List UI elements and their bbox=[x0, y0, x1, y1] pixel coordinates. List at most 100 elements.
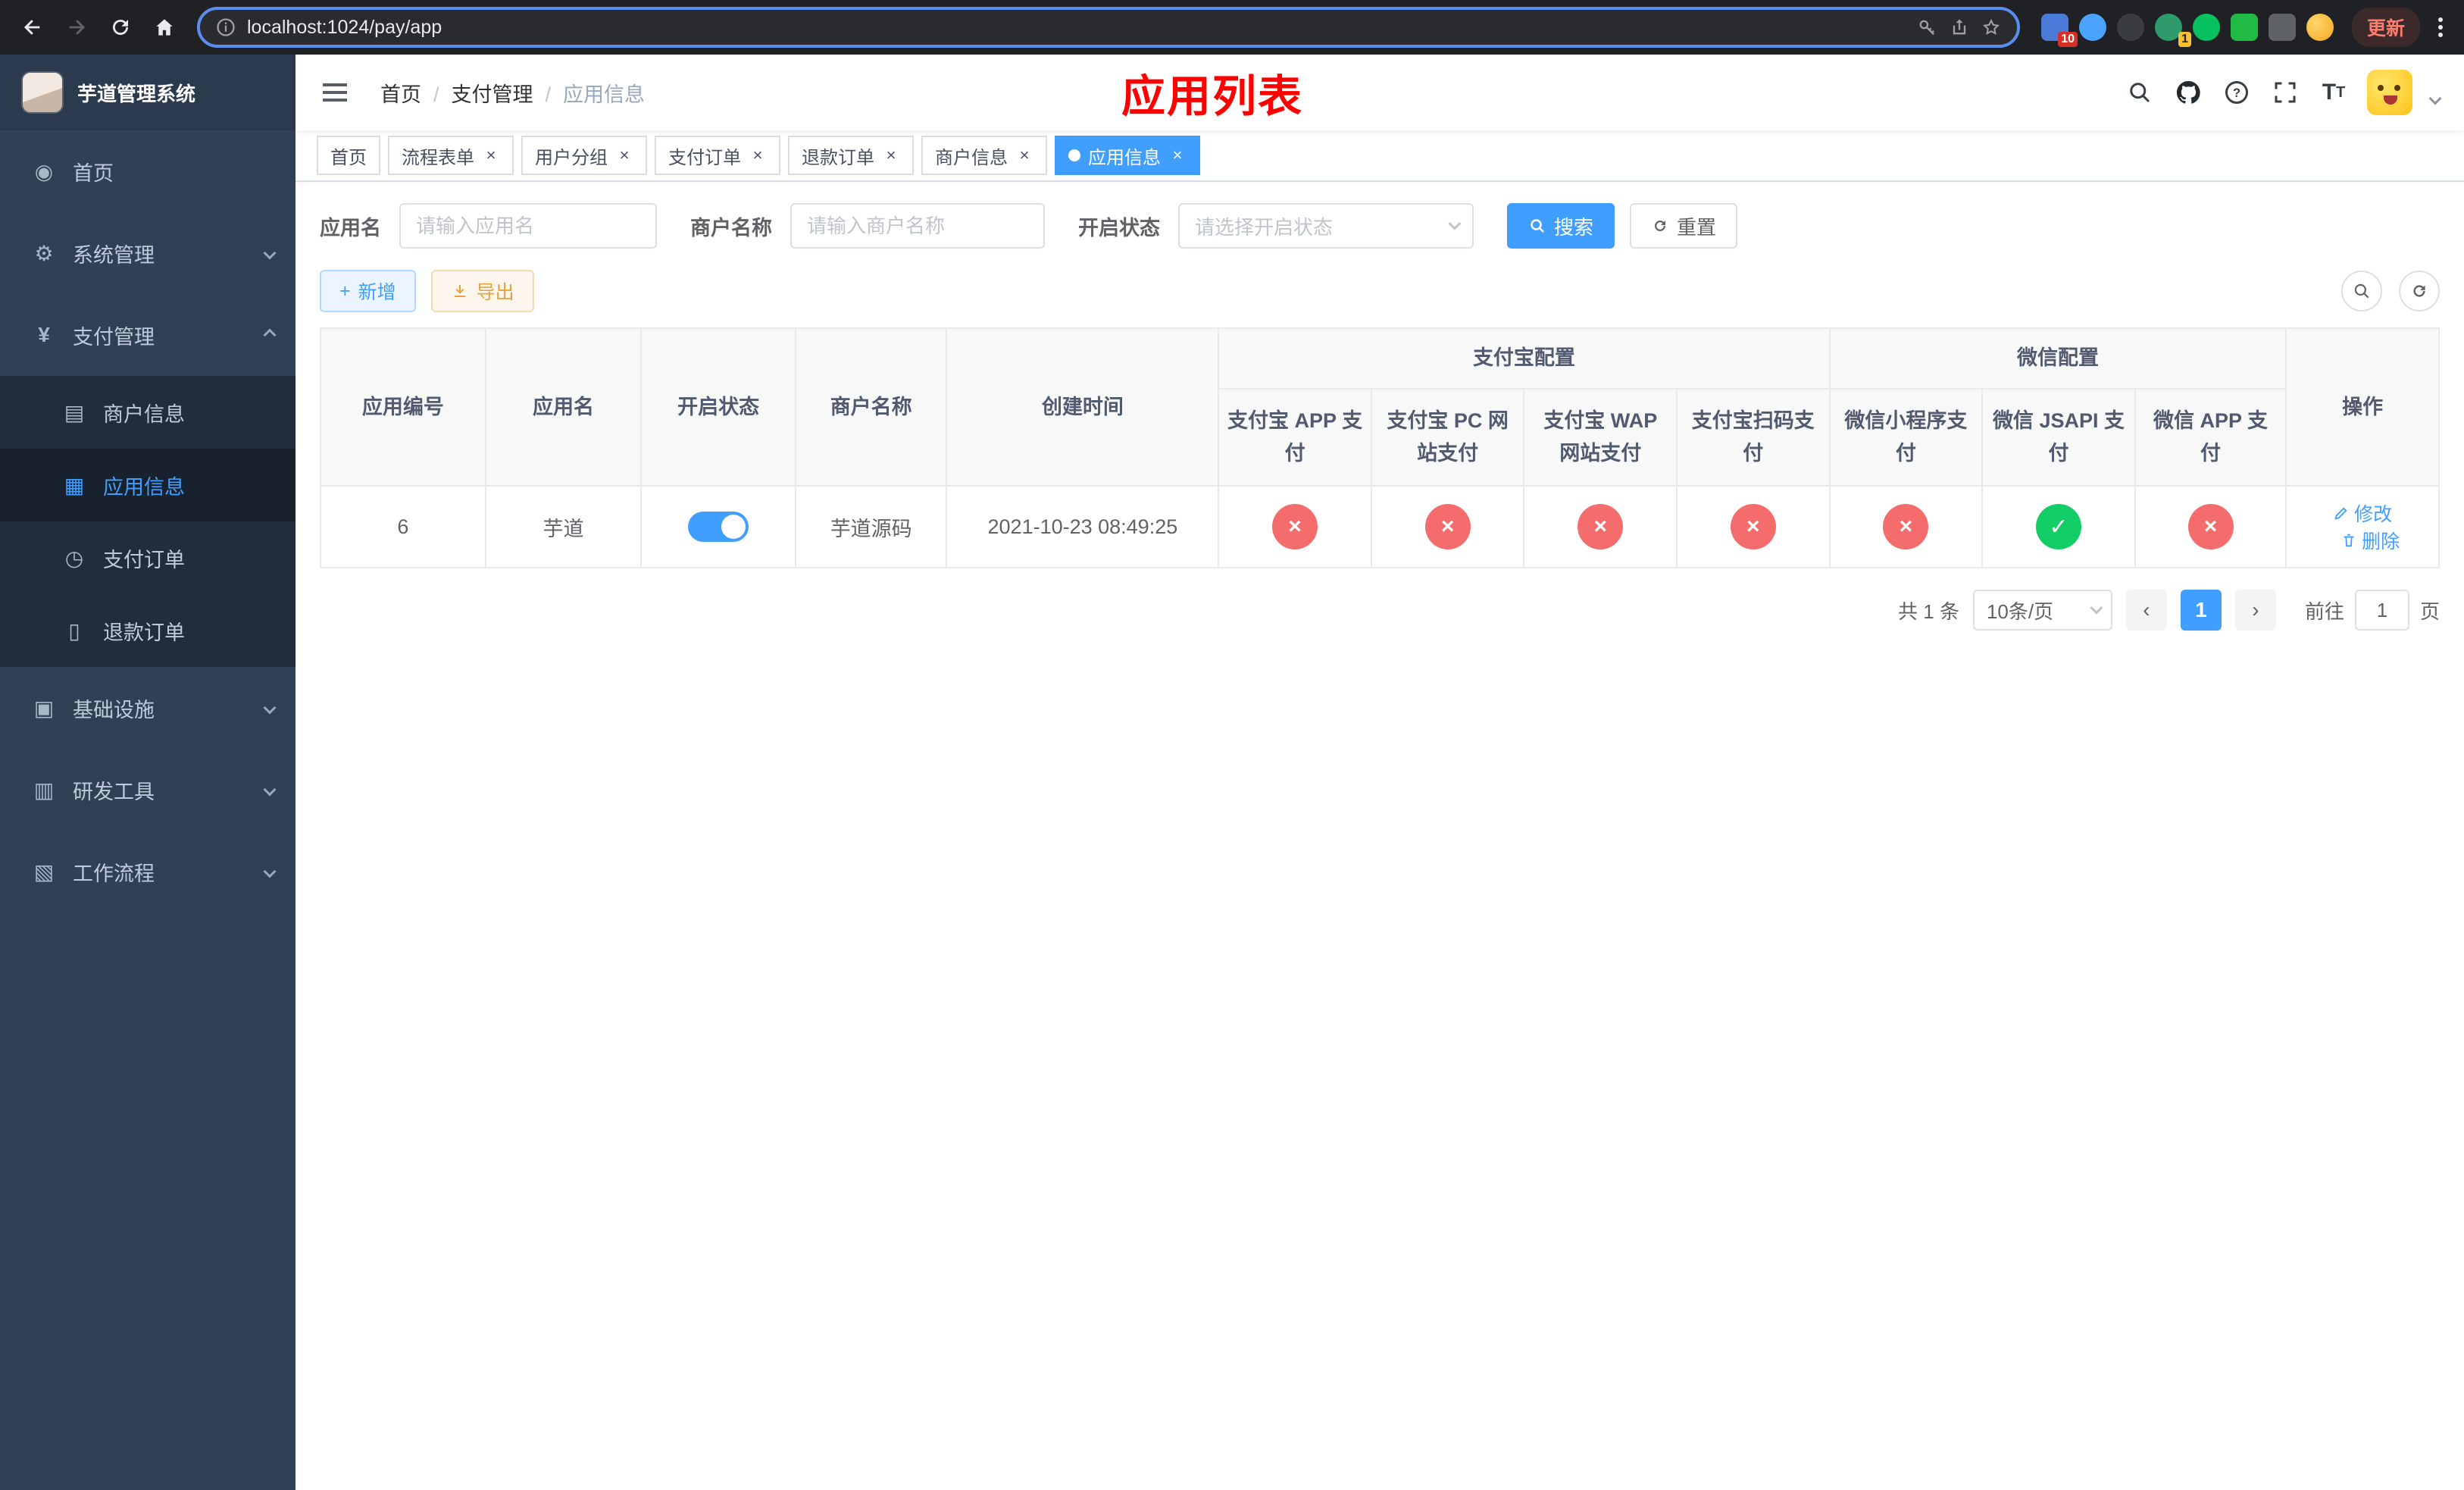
home-icon[interactable] bbox=[144, 7, 185, 48]
status-select[interactable]: 请选择开启状态 bbox=[1178, 203, 1474, 249]
tab-pay-orders[interactable]: 支付订单 bbox=[655, 136, 780, 175]
help-icon[interactable]: ? bbox=[2222, 77, 2252, 108]
cell-app-name: 芋道 bbox=[484, 485, 643, 569]
back-icon[interactable] bbox=[12, 7, 53, 48]
tab-refund-orders[interactable]: 退款订单 bbox=[788, 136, 914, 175]
extension-icon[interactable] bbox=[2192, 14, 2220, 41]
close-icon[interactable] bbox=[1015, 146, 1033, 164]
gear-icon: ⚙ bbox=[34, 241, 54, 265]
goto-page-input[interactable] bbox=[2354, 590, 2409, 631]
table-row: 6 芋道 芋道源码 2021-10-23 08:49:25 × × × × × … bbox=[320, 485, 2440, 569]
profile-avatar-icon[interactable] bbox=[2306, 14, 2334, 41]
extension-icon[interactable] bbox=[2078, 14, 2106, 41]
cell-app-id: 6 bbox=[320, 485, 486, 569]
browser-menu-icon[interactable] bbox=[2429, 11, 2452, 43]
page-size-select[interactable]: 10条/页 bbox=[1972, 590, 2112, 631]
breadcrumb-home[interactable]: 首页 bbox=[374, 78, 427, 108]
share-icon[interactable] bbox=[1949, 17, 1970, 38]
extension-icon[interactable]: 1 bbox=[2154, 14, 2191, 47]
sidebar-item-system[interactable]: ⚙ 系统管理 bbox=[0, 212, 295, 294]
reset-button[interactable]: 重置 bbox=[1630, 203, 1738, 249]
sidebar-item-refund-orders[interactable]: ▯ 退款订单 bbox=[0, 594, 295, 667]
sidebar-item-pay-orders[interactable]: ◷ 支付订单 bbox=[0, 521, 295, 594]
toolbar-right bbox=[2341, 271, 2440, 311]
page-button-1[interactable]: 1 bbox=[2180, 590, 2222, 631]
sidebar-item-home[interactable]: ◉ 首页 bbox=[0, 130, 295, 212]
reload-icon[interactable] bbox=[100, 7, 141, 48]
status-toggle[interactable] bbox=[688, 512, 749, 543]
page-content: 应用名 商户名称 开启状态 请选择开启状态 搜索 重置 bbox=[295, 182, 2464, 652]
font-size-icon[interactable]: TT bbox=[2319, 77, 2349, 108]
cell-created: 2021-10-23 08:49:25 bbox=[946, 485, 1220, 569]
add-button[interactable]: + 新增 bbox=[320, 270, 416, 312]
monitor-icon: ▣ bbox=[33, 696, 55, 720]
user-avatar[interactable] bbox=[2367, 70, 2412, 115]
search-button[interactable]: 搜索 bbox=[1507, 203, 1615, 249]
prev-page-button[interactable]: ‹ bbox=[2125, 590, 2167, 631]
browser-toolbar: localhost:1024/pay/app 10 1 更新 bbox=[0, 0, 2464, 55]
tab-user-group[interactable]: 用户分组 bbox=[521, 136, 647, 175]
payment-submenu: ▤ 商户信息 ▦ 应用信息 ◷ 支付订单 ▯ 退款订单 bbox=[0, 376, 295, 667]
app-name-input[interactable] bbox=[399, 203, 657, 249]
collapse-sidebar-icon[interactable] bbox=[320, 74, 350, 111]
download-icon bbox=[454, 285, 465, 297]
tab-process-form[interactable]: 流程表单 bbox=[388, 136, 514, 175]
merchant-name-input[interactable] bbox=[790, 203, 1045, 249]
delete-link[interactable]: 删除 bbox=[2340, 527, 2400, 554]
tab-app-info[interactable]: 应用信息 bbox=[1055, 136, 1200, 175]
cell-merchant: 芋道源码 bbox=[794, 485, 948, 569]
close-icon[interactable] bbox=[1168, 146, 1187, 164]
group-wechat-config: 微信配置 bbox=[1828, 327, 2287, 390]
fullscreen-icon[interactable] bbox=[2270, 77, 2300, 108]
tabs-bar: 首页 流程表单 用户分组 支付订单 退款订单 商户信息 应用信息 bbox=[295, 130, 2464, 182]
extension-icon[interactable] bbox=[2116, 14, 2144, 41]
toggle-search-button[interactable] bbox=[2341, 271, 2382, 311]
extension-icon[interactable]: 10 bbox=[2040, 14, 2078, 47]
refresh-table-button[interactable] bbox=[2399, 271, 2440, 311]
col-wechat-jsapi: 微信 JSAPI 支付 bbox=[1981, 387, 2136, 487]
forward-icon[interactable] bbox=[56, 7, 97, 48]
sidebar-item-workflow[interactable]: ▧ 工作流程 bbox=[0, 831, 295, 912]
chevron-down-icon bbox=[263, 783, 277, 797]
extension-icon[interactable] bbox=[2268, 14, 2296, 41]
chevron-down-icon bbox=[263, 701, 277, 715]
close-icon[interactable] bbox=[882, 146, 900, 164]
github-icon[interactable] bbox=[2173, 77, 2203, 108]
edit-link[interactable]: 修改 bbox=[2333, 499, 2392, 527]
avatar-caret-icon[interactable] bbox=[2428, 92, 2442, 105]
extension-icon[interactable] bbox=[2230, 14, 2258, 41]
sidebar-item-app-info[interactable]: ▦ 应用信息 bbox=[0, 449, 295, 521]
tab-home[interactable]: 首页 bbox=[317, 136, 380, 175]
search-icon bbox=[2354, 283, 2369, 299]
sidebar-item-infrastructure[interactable]: ▣ 基础设施 bbox=[0, 667, 295, 749]
app-logo[interactable]: 芋道管理系统 bbox=[0, 55, 295, 130]
tab-merchant-info[interactable]: 商户信息 bbox=[921, 136, 1047, 175]
close-icon[interactable] bbox=[482, 146, 500, 164]
close-icon[interactable] bbox=[615, 146, 633, 164]
pagination: 共 1 条 10条/页 ‹ 1 › 前往 页 bbox=[320, 590, 2440, 631]
next-page-button[interactable]: › bbox=[2234, 590, 2276, 631]
sidebar-item-merchant-info[interactable]: ▤ 商户信息 bbox=[0, 376, 295, 449]
page-header: 首页 支付管理 应用信息 应用列表 ? TT bbox=[295, 55, 2464, 130]
password-key-icon[interactable] bbox=[1917, 17, 1938, 38]
goto-page: 前往 页 bbox=[2305, 590, 2440, 631]
channel-status-icon bbox=[1424, 504, 1471, 550]
col-app-id: 应用编号 bbox=[320, 327, 486, 487]
sidebar-item-payment[interactable]: ¥ 支付管理 bbox=[0, 294, 295, 376]
annotation-app-list: 应用列表 bbox=[1121, 72, 1304, 121]
close-icon[interactable] bbox=[749, 146, 767, 164]
breadcrumb-payment[interactable]: 支付管理 bbox=[427, 78, 539, 108]
col-status: 开启状态 bbox=[640, 327, 796, 487]
channel-status-icon bbox=[1578, 504, 1624, 550]
logo-image bbox=[21, 71, 64, 114]
app-table: 应用编号 应用名 开启状态 商户名称 创建时间 支付宝配置 微信配置 操作 支付… bbox=[320, 327, 2440, 569]
search-icon[interactable] bbox=[2125, 77, 2155, 108]
sidebar-item-dev-tools[interactable]: ▥ 研发工具 bbox=[0, 749, 295, 831]
url-text[interactable]: localhost:1024/pay/app bbox=[247, 17, 1906, 39]
bookmark-star-icon[interactable] bbox=[1981, 17, 2002, 38]
extensions-tray: 10 1 bbox=[2032, 14, 2343, 47]
address-bar[interactable]: localhost:1024/pay/app bbox=[197, 7, 2020, 48]
site-info-icon[interactable] bbox=[215, 17, 236, 38]
export-button[interactable]: 导出 bbox=[430, 270, 534, 312]
browser-update-button[interactable]: 更新 bbox=[2351, 8, 2420, 47]
